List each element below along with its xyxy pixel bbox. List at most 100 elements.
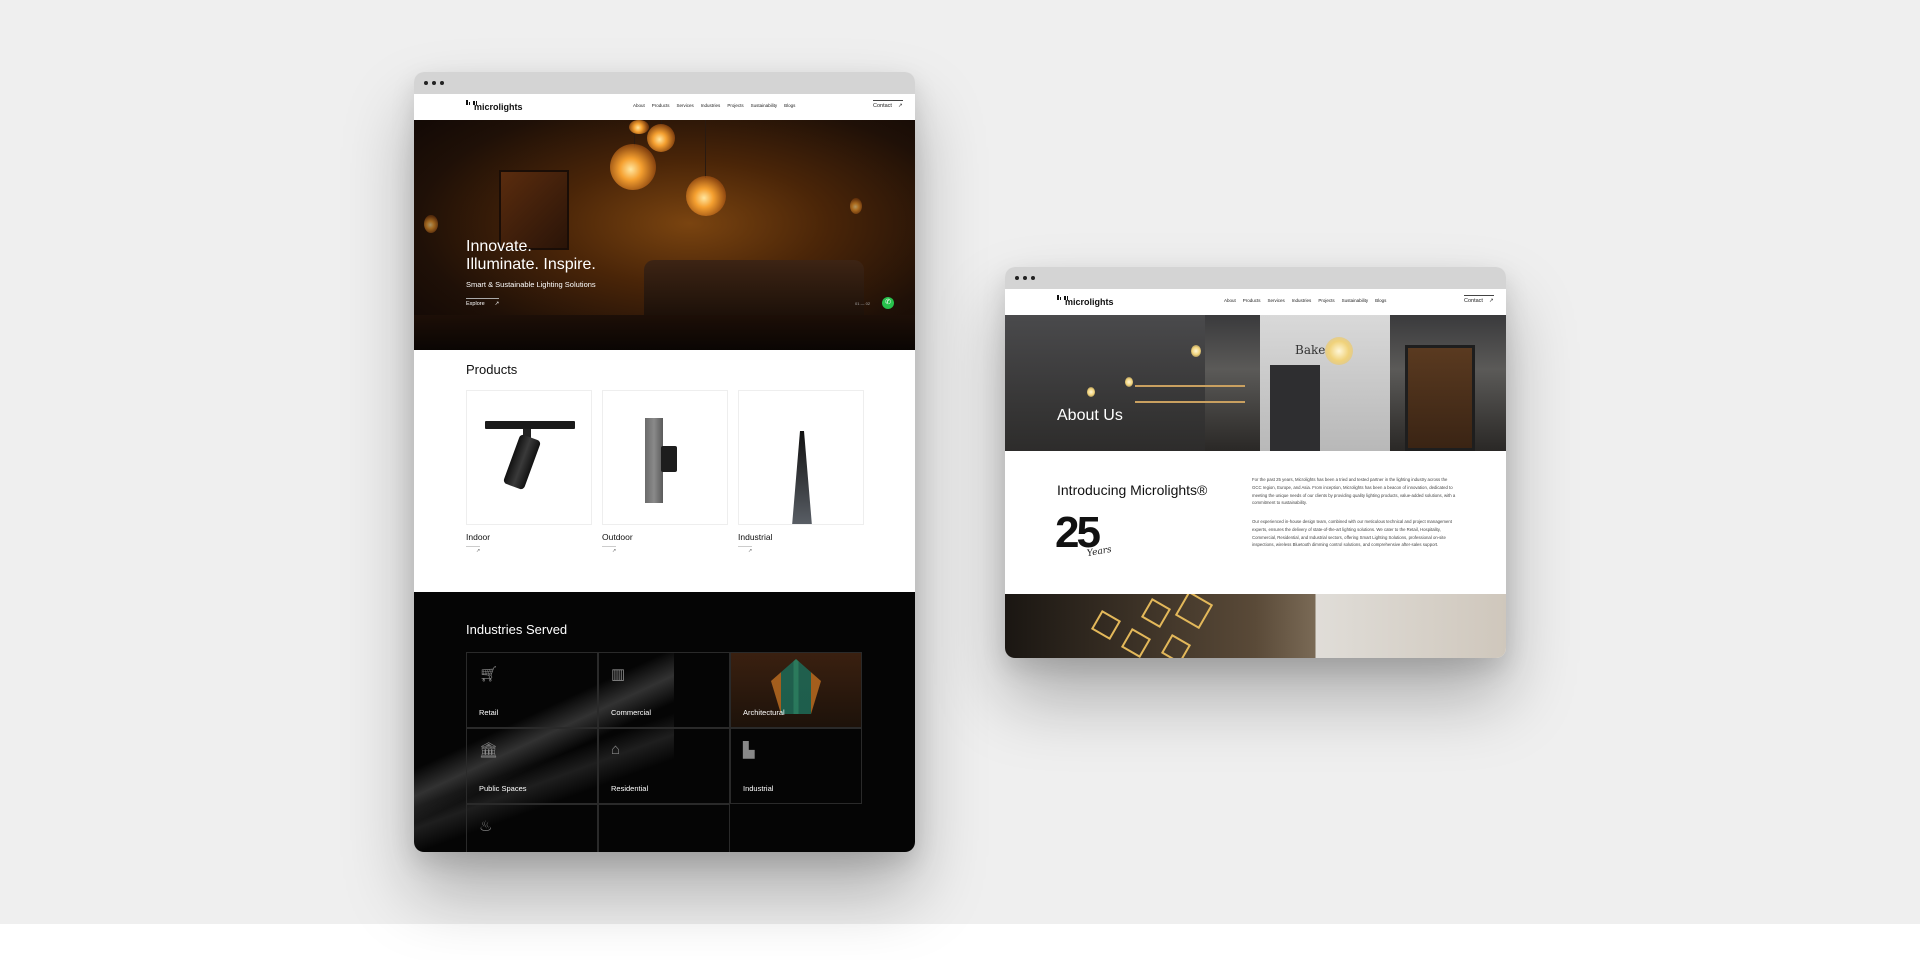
cube-pendant (1120, 627, 1152, 658)
industry-label: Commercial (611, 708, 652, 717)
track-rail (485, 421, 575, 429)
hospitality-icon: ♨ (479, 818, 493, 835)
nav-item-industries[interactable]: Industries (701, 103, 721, 108)
wall-lamp-image (850, 198, 862, 214)
top-nav: microlights About Products Services Indu… (414, 94, 915, 120)
nav-item-blogs[interactable]: Blogs (1375, 298, 1386, 303)
industry-card-industrial[interactable]: ▙ Industrial (730, 728, 862, 804)
home-page-window: microlights About Products Services Indu… (414, 72, 915, 852)
nav-item-about[interactable]: About (1224, 298, 1236, 303)
nav-item-about[interactable]: About (633, 103, 645, 108)
nav-menu: About Products Services Industries Proje… (633, 103, 795, 108)
industry-label: Retail (479, 708, 499, 717)
nav-item-blogs[interactable]: Blogs (784, 103, 795, 108)
spotlight (502, 433, 542, 491)
nav-item-projects[interactable]: Projects (1318, 298, 1334, 303)
nav-item-sustainability[interactable]: Sustainability (751, 103, 778, 108)
window-dot-icon[interactable] (424, 81, 428, 85)
pendant-cord (705, 120, 706, 178)
industry-card-hospitality[interactable]: ♨ (466, 804, 598, 852)
industry-card-commercial[interactable]: ▥ Commercial (598, 652, 730, 728)
indoor-product-image (466, 390, 592, 525)
pendant-lamp-image (610, 144, 656, 190)
arrow-up-right-icon: ↗ (1488, 298, 1494, 304)
arrow-up-right-icon[interactable]: ↗ (602, 546, 616, 554)
hero-floor (414, 315, 915, 350)
store-sign-text: Bake (1295, 343, 1326, 357)
nav-item-industries[interactable]: Industries (1292, 298, 1312, 303)
intro-paragraph-2: Our experienced in-house design team, co… (1252, 519, 1452, 548)
about-hero-title: About Us (1057, 407, 1123, 424)
store-interior-image (1005, 315, 1205, 451)
door (1270, 365, 1320, 451)
nav-item-services[interactable]: Services (677, 103, 694, 108)
intro-title: Introducing Microlights® (1057, 482, 1208, 498)
hero-sofa-image (644, 260, 864, 320)
shelf (1135, 385, 1245, 387)
pendant-lamp-image (686, 176, 726, 216)
pendant-lamp-image (1191, 345, 1201, 357)
industry-card-residential[interactable]: ⌂ Residential (598, 728, 730, 804)
house-icon: ⌂ (611, 741, 621, 758)
window-dot-icon[interactable] (1023, 276, 1027, 280)
arrow-up-right-icon[interactable]: ↗ (738, 546, 752, 554)
product-card-indoor[interactable]: Indoor ↗ (466, 390, 592, 554)
window-dot-icon[interactable] (1015, 276, 1019, 280)
nav-menu: About Products Services Industries Proje… (1224, 298, 1386, 303)
industry-card-empty (598, 804, 730, 852)
pendant-lamp-image (1125, 377, 1133, 387)
store-wall-image (1260, 315, 1390, 451)
industry-card-public-spaces[interactable]: 🏛︎ Public Spaces (466, 728, 598, 804)
window-dot-icon[interactable] (1031, 276, 1035, 280)
industry-card-architectural[interactable]: Architectural (730, 652, 862, 728)
industrial-product-image (738, 390, 864, 525)
arrow-up-right-icon: ↗ (494, 301, 500, 307)
about-hero-banner: Bake About Us (1005, 315, 1506, 451)
brand-name: microlights (1065, 297, 1114, 307)
about-page-window: microlights About Products Services Indu… (1005, 267, 1506, 658)
hero-subtitle: Smart & Sustainable Lighting Solutions (466, 280, 596, 289)
contact-button[interactable]: Contact ↗ (1464, 295, 1494, 304)
intro-paragraph-1: For the past 25 years, Microlights has b… (1252, 477, 1456, 506)
industry-label: Public Spaces (479, 784, 527, 793)
cube-pendant (1090, 609, 1122, 641)
nav-item-sustainability[interactable]: Sustainability (1342, 298, 1369, 303)
product-card-industrial[interactable]: Industrial ↗ (738, 390, 864, 554)
shopping-cart-icon: 🛒︎ (479, 666, 499, 683)
product-card-outdoor[interactable]: Outdoor ↗ (602, 390, 728, 554)
hero-pager[interactable]: 01 — 02 (855, 301, 870, 306)
nav-item-projects[interactable]: Projects (727, 103, 743, 108)
window-dot-icon[interactable] (440, 81, 444, 85)
window-dot-icon[interactable] (432, 81, 436, 85)
industries-section: Industries Served 🛒︎ Retail ▥ Commercial… (414, 592, 915, 852)
contact-button[interactable]: Contact ↗ (873, 100, 903, 109)
wall-light-head (661, 446, 677, 472)
nav-item-services[interactable]: Services (1268, 298, 1285, 303)
architectural-lantern-image (771, 659, 821, 714)
hero-title-line2: Illuminate. Inspire. (466, 256, 596, 273)
industry-card-retail[interactable]: 🛒︎ Retail (466, 652, 598, 728)
bank-icon: 🏛︎ (479, 742, 499, 759)
footer-strip (0, 924, 1920, 960)
explore-button[interactable]: Explore ↗ (466, 298, 500, 307)
intro-section: Introducing Microlights® 25 Years For th… (1005, 451, 1506, 594)
cube-pendant (1174, 594, 1214, 630)
cube-pendant (1140, 597, 1172, 629)
whatsapp-icon[interactable]: ✆ (882, 297, 894, 309)
product-label: Outdoor (602, 532, 633, 542)
brand-logo[interactable]: microlights (466, 99, 523, 112)
nav-item-products[interactable]: Products (652, 103, 670, 108)
industry-label: Residential (611, 784, 649, 793)
hero-title-line1: Innovate. (466, 238, 532, 255)
products-title: Products (466, 362, 518, 377)
building-icon: ▥ (611, 666, 626, 683)
nav-item-products[interactable]: Products (1243, 298, 1261, 303)
window-titlebar (414, 72, 915, 94)
window-titlebar (1005, 267, 1506, 289)
product-label: Indoor (466, 532, 491, 542)
industry-label: Industrial (743, 784, 774, 793)
arrow-up-right-icon[interactable]: ↗ (466, 546, 480, 554)
brand-logo[interactable]: microlights (1057, 294, 1114, 307)
pendant-lamp-image (1325, 337, 1353, 365)
cube-pendant (1160, 633, 1192, 658)
